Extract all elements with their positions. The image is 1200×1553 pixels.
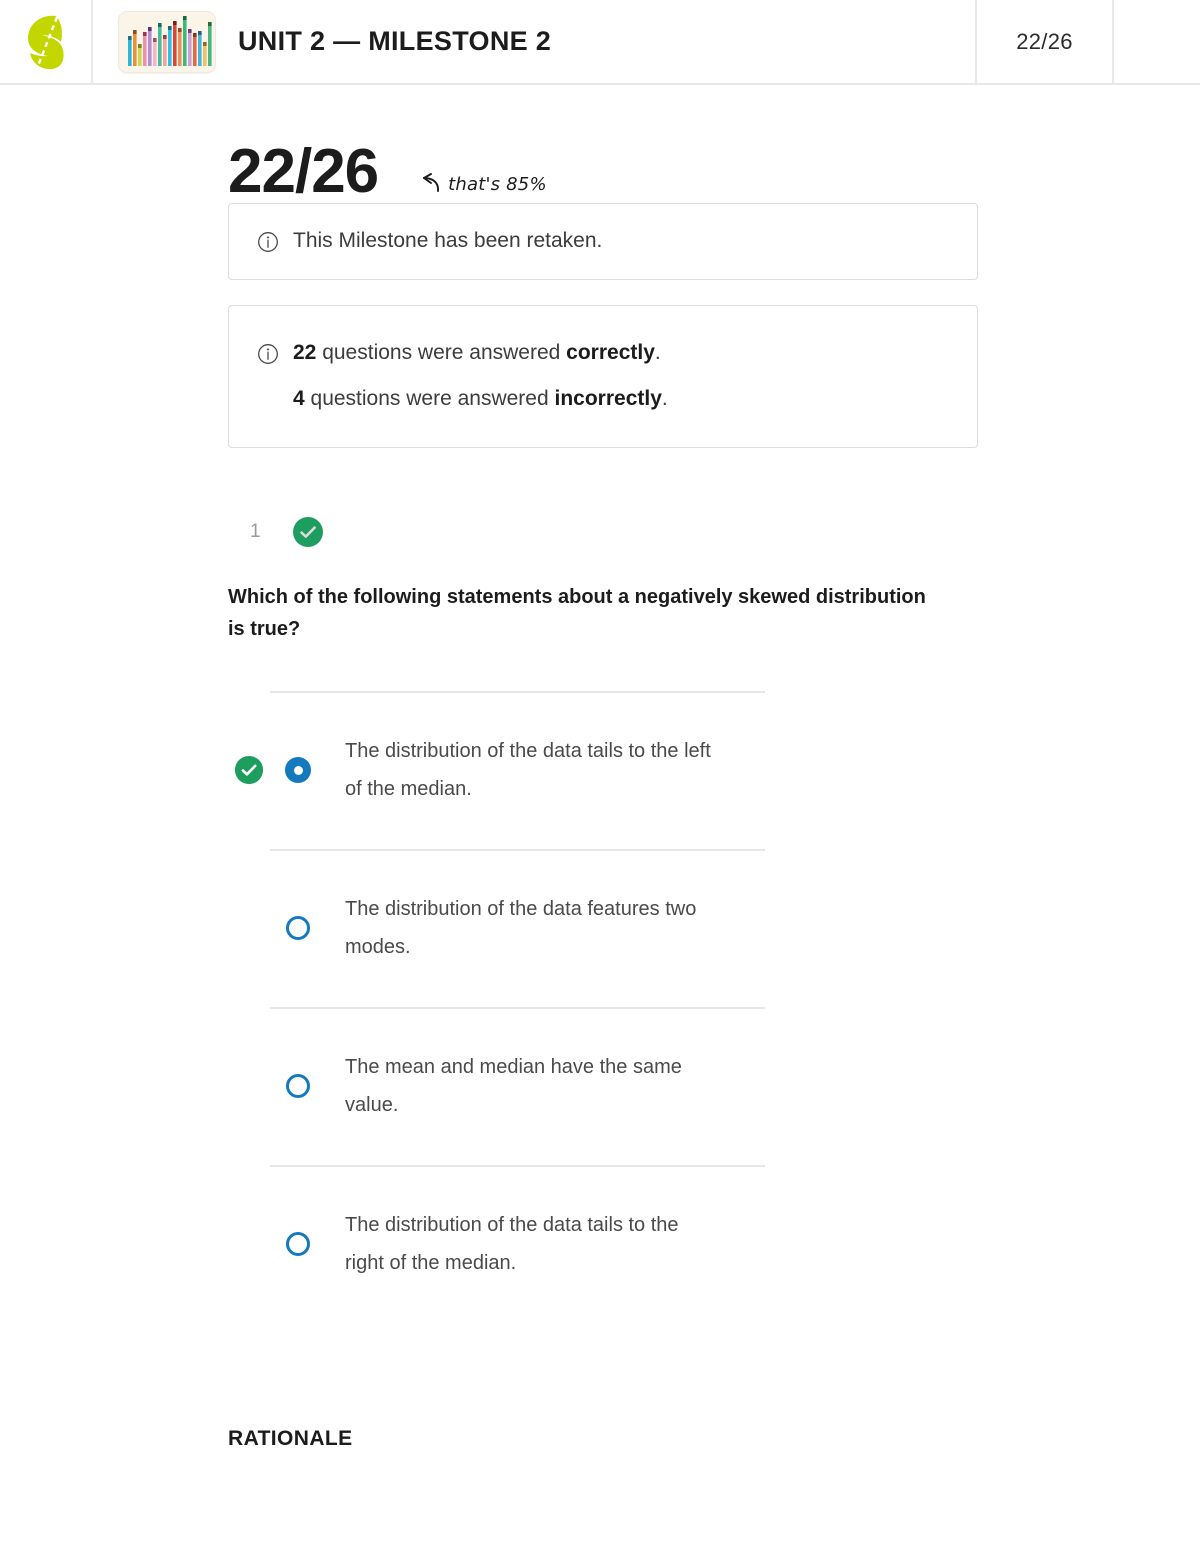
score-row: 22/26 that's 85%	[228, 85, 978, 203]
correct-count-line: 22 questions were answered correctly.	[293, 342, 668, 363]
header-title-cell: UNIT 2 — MILESTONE 2	[93, 0, 977, 83]
course-thumbnail	[118, 10, 216, 73]
option-radio-2[interactable]	[270, 916, 326, 941]
check-circle-icon	[293, 517, 323, 547]
radio-selected-icon[interactable]	[285, 757, 311, 784]
option-label-3: The mean and median have the same value.	[345, 1056, 682, 1117]
correct-end: .	[654, 341, 661, 364]
option-correct-marker	[228, 755, 270, 785]
logo-cell[interactable]	[0, 0, 93, 83]
notice-text: This Milestone has been retaken.	[293, 229, 603, 252]
correct-count: 22	[293, 341, 317, 364]
radio-unselected-icon[interactable]	[286, 1074, 310, 1099]
option-label-1: The distribution of the data tails to th…	[345, 740, 711, 801]
option-label-2: The distribution of the data features tw…	[345, 898, 697, 959]
score-annotation: that's 85%	[412, 173, 547, 195]
question-text: Which of the following statements about …	[228, 586, 926, 640]
app-header: UNIT 2 — MILESTONE 2 22/26	[0, 0, 1200, 85]
curved-left-arrow-icon	[423, 173, 440, 192]
notice-breakdown: 22 questions were answered correctly. 4 …	[228, 305, 978, 448]
answer-option-1[interactable]: The distribution of the data tails to th…	[228, 691, 978, 849]
answer-option-4[interactable]: The distribution of the data tails to th…	[228, 1165, 978, 1323]
sophia-logo-icon	[27, 15, 64, 69]
info-icon	[258, 344, 278, 364]
incorrect-word: incorrectly	[554, 387, 662, 410]
answer-option-2[interactable]: The distribution of the data features tw…	[228, 849, 978, 1007]
option-divider	[270, 849, 765, 852]
option-radio-1[interactable]	[270, 757, 326, 784]
answer-options: The distribution of the data tails to th…	[228, 691, 978, 1323]
question-number: 1	[250, 521, 261, 542]
notice-breakdown-body: 22 questions were answered correctly. 4 …	[293, 342, 668, 409]
main-content: 22/26 that's 85% This Milestone has been…	[0, 85, 1200, 1451]
incorrect-end: .	[661, 387, 668, 410]
rationale-heading: RATIONALE	[228, 1427, 353, 1451]
incorrect-count-line: 4 questions were answered incorrectly.	[293, 388, 668, 409]
sophia-logo	[26, 13, 66, 71]
option-divider	[270, 691, 765, 694]
incorrect-mid: questions were answered	[304, 387, 555, 410]
option-radio-4[interactable]	[270, 1232, 326, 1257]
radio-unselected-icon[interactable]	[286, 916, 310, 941]
check-circle-icon	[234, 756, 264, 785]
option-radio-3[interactable]	[270, 1074, 326, 1099]
notice-retaken: This Milestone has been retaken.	[228, 203, 978, 280]
bar-chart-thumbnail-icon	[119, 11, 215, 72]
header-score-cell: 22/26	[977, 0, 1114, 83]
radio-unselected-icon[interactable]	[286, 1232, 310, 1257]
option-divider	[270, 1007, 765, 1010]
question-header: 1	[228, 516, 978, 548]
annotation-text: that's 85%	[448, 173, 547, 195]
header-score: 22/26	[1016, 28, 1073, 54]
incorrect-count: 4	[293, 387, 305, 410]
correct-mid: questions were answered	[316, 341, 567, 364]
header-tail-cell	[1114, 0, 1200, 83]
answer-option-3[interactable]: The mean and median have the same value.	[228, 1007, 978, 1165]
option-label-4: The distribution of the data tails to th…	[345, 1214, 679, 1275]
correct-word: correctly	[566, 341, 655, 364]
big-score: 22/26	[228, 137, 379, 206]
page-title: UNIT 2 — MILESTONE 2	[238, 26, 552, 56]
info-icon	[258, 232, 278, 252]
option-divider	[270, 1165, 765, 1168]
